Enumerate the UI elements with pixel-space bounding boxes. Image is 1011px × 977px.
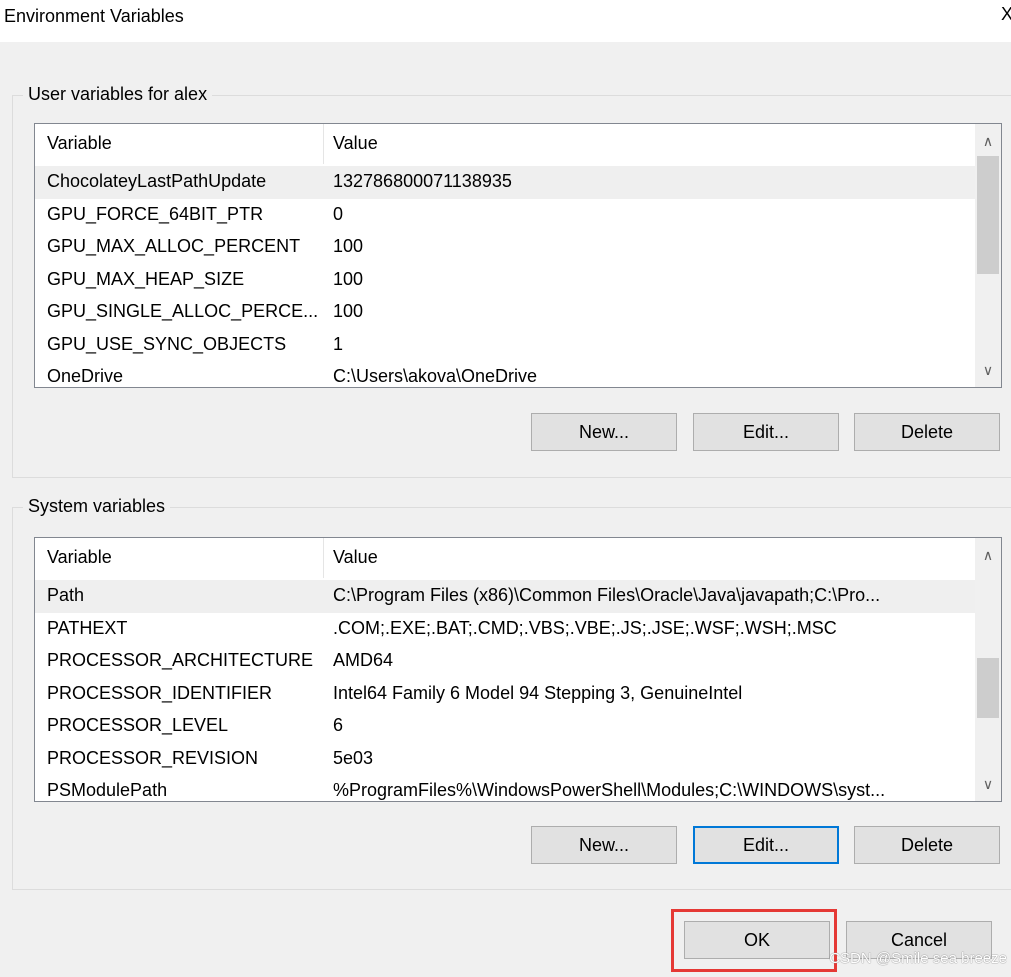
list-item[interactable]: PROCESSOR_ARCHITECTURE AMD64 (35, 645, 975, 678)
scroll-thumb[interactable] (977, 658, 999, 718)
column-separator[interactable] (323, 124, 324, 164)
variable-name: PROCESSOR_ARCHITECTURE (47, 650, 314, 670)
user-edit-button[interactable]: Edit... (693, 413, 839, 451)
list-item[interactable]: Path C:\Program Files (x86)\Common Files\… (35, 580, 975, 613)
variable-name: GPU_MAX_ALLOC_PERCENT (47, 236, 301, 256)
variable-name: PATHEXT (47, 617, 128, 638)
list-item[interactable]: PSModulePath %ProgramFiles%\WindowsPowerS… (35, 775, 975, 801)
list-item[interactable]: ChocolateyLastPathUpdate 1327868000711389… (35, 166, 975, 199)
system-variables-rows: Path C:\Program Files (x86)\Common Files\… (35, 580, 975, 801)
user-variables-list[interactable]: Variable Value ChocolateyLastPathUpdate 1… (34, 123, 1002, 388)
close-icon[interactable]: X (1001, 4, 1011, 25)
scroll-down-icon[interactable]: ∨ (975, 357, 1001, 383)
scroll-up-icon[interactable]: ∧ (975, 542, 1001, 568)
variable-name: GPU_MAX_HEAP_SIZE (47, 268, 245, 289)
variable-value: 6 (333, 715, 344, 735)
variable-value: 100 (333, 301, 364, 321)
list-item[interactable]: PATHEXT .COM;.EXE;.BAT;.CMD;.VBS;.VBE;.JS… (35, 613, 975, 646)
variable-value: C:\Users\akova\OneDrive (333, 366, 538, 386)
list-item[interactable]: GPU_MAX_HEAP_SIZE 100 (35, 264, 975, 297)
system-list-scrollbar[interactable]: ∧ ∨ (975, 538, 1001, 801)
list-item[interactable]: PROCESSOR_LEVEL 6 (35, 710, 975, 743)
variable-name: PSModulePath (47, 780, 168, 800)
column-separator[interactable] (323, 538, 324, 578)
column-header-value[interactable]: Value (333, 547, 378, 568)
list-item[interactable]: GPU_SINGLE_ALLOC_PERCE... 100 (35, 296, 975, 329)
variable-name: GPU_FORCE_64BIT_PTR (47, 203, 264, 224)
user-new-button[interactable]: New... (531, 413, 677, 451)
list-header: Variable Value (35, 124, 975, 164)
variable-value: 100 (333, 236, 364, 256)
scroll-up-icon[interactable]: ∧ (975, 128, 1001, 154)
column-header-variable[interactable]: Variable (47, 133, 112, 154)
system-edit-button[interactable]: Edit... (693, 826, 839, 864)
column-header-variable[interactable]: Variable (47, 547, 112, 568)
variable-name: GPU_SINGLE_ALLOC_PERCE... (47, 301, 319, 321)
list-item[interactable]: GPU_FORCE_64BIT_PTR 0 (35, 199, 975, 232)
variable-name: GPU_USE_SYNC_OBJECTS (47, 333, 287, 354)
user-variables-rows: ChocolateyLastPathUpdate 1327868000711389… (35, 166, 975, 387)
variable-value: 132786800071138935 (333, 171, 512, 191)
variable-value: Intel64 Family 6 Model 94 Stepping 3, Ge… (333, 682, 743, 703)
system-delete-button[interactable]: Delete (854, 826, 1000, 864)
variable-name: PROCESSOR_IDENTIFIER (47, 682, 273, 703)
list-item[interactable]: OneDrive C:\Users\akova\OneDrive (35, 361, 975, 387)
scroll-thumb[interactable] (977, 156, 999, 274)
variable-name: PROCESSOR_LEVEL (47, 715, 229, 735)
variable-name: OneDrive (47, 366, 124, 386)
system-variables-list[interactable]: Variable Value Path C:\Program Files (x86… (34, 537, 1002, 802)
list-item[interactable]: GPU_USE_SYNC_OBJECTS 1 (35, 329, 975, 362)
variable-name: Path (47, 585, 85, 605)
variable-value: C:\Program Files (x86)\Common Files\Orac… (333, 585, 881, 605)
ok-highlight-annotation (671, 909, 837, 972)
window-title: Environment Variables (4, 6, 184, 26)
variable-name: ChocolateyLastPathUpdate (47, 171, 267, 191)
variable-value: AMD64 (333, 650, 394, 670)
system-new-button[interactable]: New... (531, 826, 677, 864)
list-item[interactable]: GPU_MAX_ALLOC_PERCENT 100 (35, 231, 975, 264)
title-bar: Environment Variables X (0, 0, 1011, 42)
variable-value: 100 (333, 268, 364, 289)
user-variables-label: User variables for alex (23, 84, 213, 105)
variable-value: %ProgramFiles%\WindowsPowerShell\Modules… (333, 780, 886, 800)
system-variables-label: System variables (23, 496, 171, 517)
variable-value: .COM;.EXE;.BAT;.CMD;.VBS;.VBE;.JS;.JSE;.… (333, 617, 837, 638)
variable-value: 1 (333, 333, 344, 354)
list-item[interactable]: PROCESSOR_REVISION 5e03 (35, 743, 975, 776)
variable-value: 0 (333, 203, 344, 224)
scroll-down-icon[interactable]: ∨ (975, 771, 1001, 797)
variable-value: 5e03 (333, 747, 374, 768)
column-header-value[interactable]: Value (333, 133, 378, 154)
user-list-scrollbar[interactable]: ∧ ∨ (975, 124, 1001, 387)
user-delete-button[interactable]: Delete (854, 413, 1000, 451)
list-item[interactable]: PROCESSOR_IDENTIFIER Intel64 Family 6 Mod… (35, 678, 975, 711)
variable-name: PROCESSOR_REVISION (47, 747, 259, 768)
watermark: CSDN @Smile sea breeze (829, 950, 1007, 967)
list-header: Variable Value (35, 538, 975, 578)
